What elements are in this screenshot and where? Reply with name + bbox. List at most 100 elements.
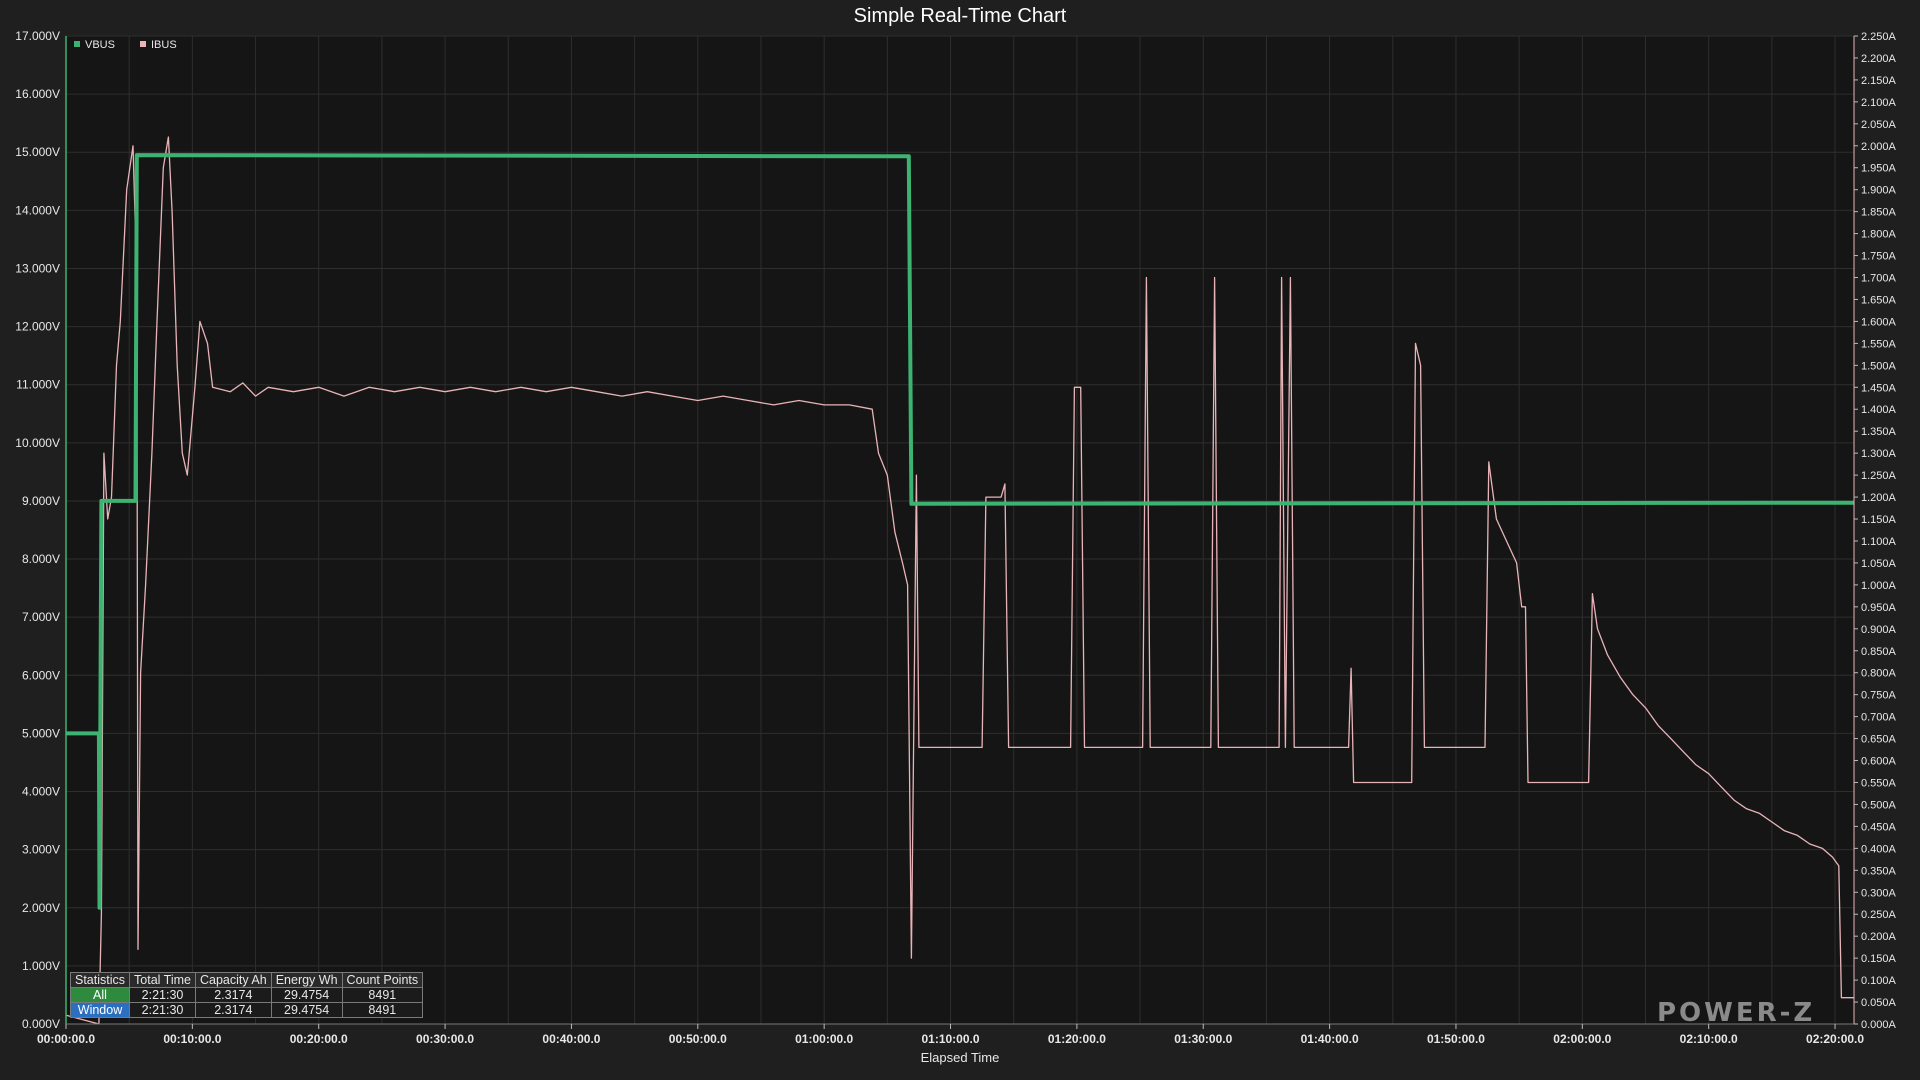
- y-right-tick-label: 1.350A: [1861, 426, 1897, 438]
- statistics-table: Statistics Total Time Capacity Ah Energy…: [69, 972, 424, 1018]
- stats-row-window: Window 2:21:30 2.3174 29.4754 8491: [69, 1002, 424, 1018]
- stats-row-label: All: [69, 987, 131, 1003]
- y-right-tick-label: 0.150A: [1861, 953, 1897, 965]
- y-right-tick-label: 2.050A: [1861, 119, 1897, 131]
- y-right-tick-label: 0.400A: [1861, 843, 1897, 855]
- legend-swatch-ibus: [140, 41, 146, 47]
- stats-energy: 29.4754: [270, 1002, 343, 1018]
- y-left-tick-label: 14.000V: [15, 203, 60, 217]
- y-right-tick-label: 1.150A: [1861, 514, 1897, 526]
- y-right-tick-label: 2.150A: [1861, 75, 1897, 87]
- y-right-tick-label: 2.100A: [1861, 97, 1897, 109]
- y-right-tick-label: 1.750A: [1861, 251, 1897, 263]
- y-left-tick-label: 3.000V: [22, 843, 60, 857]
- legend-swatch-vbus: [74, 41, 80, 47]
- x-tick-label: 01:00:00.0: [795, 1032, 853, 1046]
- y-left-tick-label: 17.000V: [15, 29, 60, 43]
- y-right-tick-label: 0.850A: [1861, 646, 1897, 658]
- x-tick-label: 02:00:00.0: [1553, 1032, 1611, 1046]
- x-tick-label: 01:40:00.0: [1301, 1032, 1359, 1046]
- y-right-tick-label: 1.050A: [1861, 558, 1897, 570]
- y-left-tick-label: 13.000V: [15, 261, 60, 275]
- x-tick-label: 00:20:00.0: [290, 1032, 348, 1046]
- y-left-tick-label: 2.000V: [22, 901, 60, 915]
- x-tick-label: 00:00:00.0: [37, 1032, 95, 1046]
- y-right-tick-label: 0.250A: [1861, 909, 1897, 921]
- y-right-tick-label: 0.450A: [1861, 821, 1897, 833]
- y-right-tick-label: 0.050A: [1861, 997, 1897, 1009]
- legend-label-vbus: VBUS: [85, 39, 115, 51]
- y-left-tick-label: 0.000V: [22, 1017, 60, 1031]
- y-left-tick-label: 16.000V: [15, 87, 60, 101]
- y-right-tick-label: 2.250A: [1861, 31, 1897, 43]
- y-left-tick-label: 11.000V: [16, 378, 60, 392]
- y-left-tick-label: 6.000V: [22, 668, 60, 682]
- stats-count: 8491: [341, 1002, 424, 1018]
- stats-count: 8491: [341, 987, 424, 1003]
- stats-header: Count Points: [341, 972, 424, 988]
- stats-capacity: 2.3174: [194, 987, 272, 1003]
- x-tick-label: 02:20:00.0: [1806, 1032, 1864, 1046]
- y-left-tick-label: 1.000V: [22, 959, 60, 973]
- y-right-tick-label: 1.550A: [1861, 338, 1897, 350]
- x-tick-label: 01:10:00.0: [921, 1032, 979, 1046]
- legend-label-ibus: IBUS: [151, 39, 177, 51]
- y-left-tick-label: 4.000V: [22, 785, 60, 799]
- chart-title: Simple Real-Time Chart: [854, 5, 1067, 27]
- y-right-tick-label: 0.600A: [1861, 756, 1897, 768]
- y-left-tick-label: 5.000V: [22, 726, 60, 740]
- y-right-tick-label: 1.850A: [1861, 207, 1897, 219]
- y-axis-right: 0.000A 0.050A 0.100A 0.150A 0.200A 0.250A 0.30…: [1853, 31, 1897, 1031]
- y-right-tick-label: 2.200A: [1861, 53, 1897, 65]
- y-right-tick-label: 0.000A: [1861, 1019, 1897, 1031]
- x-tick-label: 00:40:00.0: [542, 1032, 600, 1046]
- stats-header: Capacity Ah: [194, 972, 272, 988]
- y-right-tick-label: 1.600A: [1861, 316, 1897, 328]
- y-right-tick-label: 1.650A: [1861, 294, 1897, 306]
- y-right-tick-label: 1.950A: [1861, 163, 1897, 175]
- y-right-tick-label: 0.950A: [1861, 602, 1897, 614]
- y-left-tick-label: 12.000V: [15, 320, 60, 334]
- y-right-tick-label: 1.200A: [1861, 492, 1897, 504]
- y-left-tick-label: 15.000V: [15, 145, 60, 159]
- y-right-tick-label: 1.400A: [1861, 404, 1897, 416]
- y-right-tick-label: 0.550A: [1861, 777, 1897, 789]
- stats-total-time: 2:21:30: [129, 1002, 196, 1018]
- y-right-tick-label: 0.300A: [1861, 887, 1897, 899]
- y-right-tick-label: 1.700A: [1861, 273, 1897, 285]
- y-right-tick-label: 1.450A: [1861, 382, 1897, 394]
- y-right-tick-label: 0.350A: [1861, 865, 1897, 877]
- y-right-tick-label: 0.200A: [1861, 931, 1897, 943]
- stats-energy: 29.4754: [270, 987, 343, 1003]
- y-right-tick-label: 1.500A: [1861, 360, 1897, 372]
- x-axis: 00:00:00.0 00:10:00.0 00:20:00.0 00:30:00.0…: [37, 1023, 1864, 1046]
- x-tick-label: 01:50:00.0: [1427, 1032, 1485, 1046]
- power-z-logo: POWER-Z: [1657, 998, 1816, 1028]
- y-right-tick-label: 0.100A: [1861, 975, 1897, 987]
- y-right-tick-label: 0.650A: [1861, 734, 1897, 746]
- y-left-tick-label: 9.000V: [22, 494, 60, 508]
- x-tick-label: 02:10:00.0: [1680, 1032, 1738, 1046]
- y-right-tick-label: 1.000A: [1861, 580, 1897, 592]
- y-right-tick-label: 0.800A: [1861, 668, 1897, 680]
- y-right-tick-label: 1.250A: [1861, 470, 1897, 482]
- stats-capacity: 2.3174: [194, 1002, 272, 1018]
- y-right-tick-label: 0.500A: [1861, 799, 1897, 811]
- stats-row-label: Window: [69, 1002, 131, 1018]
- y-right-tick-label: 1.900A: [1861, 185, 1897, 197]
- y-right-tick-label: 0.700A: [1861, 712, 1897, 724]
- x-tick-label: 00:30:00.0: [416, 1032, 474, 1046]
- y-left-tick-label: 10.000V: [15, 436, 60, 450]
- y-right-tick-label: 1.300A: [1861, 448, 1897, 460]
- y-right-tick-label: 1.800A: [1861, 229, 1897, 241]
- x-tick-label: 00:10:00.0: [163, 1032, 221, 1046]
- y-right-tick-label: 0.900A: [1861, 624, 1897, 636]
- stats-header: Energy Wh: [270, 972, 343, 988]
- stats-row-all: All 2:21:30 2.3174 29.4754 8491: [69, 987, 424, 1003]
- y-right-tick-label: 1.100A: [1861, 536, 1897, 548]
- y-left-tick-label: 8.000V: [22, 552, 60, 566]
- y-axis-left: 0.000V 1.000V 2.000V 3.000V 4.000V 5.000V 6.00…: [15, 29, 67, 1031]
- x-tick-label: 00:50:00.0: [669, 1032, 727, 1046]
- chart: 0.000V 1.000V 2.000V 3.000V 4.000V 5.000V 6.00…: [15, 5, 1897, 1065]
- x-tick-label: 01:30:00.0: [1174, 1032, 1232, 1046]
